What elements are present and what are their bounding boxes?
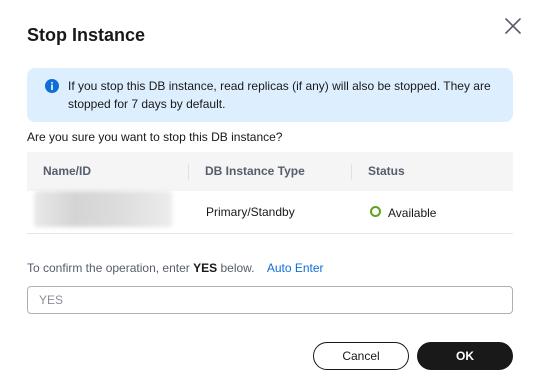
confirm-prefix: To confirm the operation, enter xyxy=(27,261,190,275)
confirm-instruction: To confirm the operation, enter YES belo… xyxy=(27,260,324,276)
alert-message: If you stop this DB instance, read repli… xyxy=(68,79,491,111)
stop-instance-dialog: Stop Instance If you stop this DB instan… xyxy=(0,0,540,391)
confirm-keyword: YES xyxy=(193,261,218,275)
close-icon[interactable] xyxy=(501,14,525,38)
info-icon xyxy=(45,79,59,93)
auto-enter-link[interactable]: Auto Enter xyxy=(267,261,324,275)
table-header: Name/ID DB Instance Type Status xyxy=(27,152,513,191)
ok-button[interactable]: OK xyxy=(417,342,513,370)
column-divider xyxy=(351,164,352,180)
db-instance-type-cell: Primary/Standby xyxy=(206,205,295,219)
column-divider xyxy=(188,164,189,180)
cancel-button[interactable]: Cancel xyxy=(313,342,409,370)
status-cell: Available xyxy=(388,206,437,220)
confirm-input[interactable] xyxy=(27,286,513,314)
confirm-question: Are you sure you want to stop this DB in… xyxy=(27,130,283,144)
info-alert: If you stop this DB instance, read repli… xyxy=(27,68,513,122)
column-header-name-id: Name/ID xyxy=(43,164,92,178)
column-header-status: Status xyxy=(368,164,405,178)
column-header-db-instance-type: DB Instance Type xyxy=(205,164,305,178)
redacted-name-id xyxy=(34,191,172,227)
dialog-title: Stop Instance xyxy=(27,25,146,45)
instance-table: Name/ID DB Instance Type Status Primary/… xyxy=(27,152,513,234)
status-available-icon xyxy=(370,206,381,217)
confirm-suffix: below. xyxy=(220,261,255,275)
table-row: Primary/Standby Available xyxy=(27,191,513,234)
